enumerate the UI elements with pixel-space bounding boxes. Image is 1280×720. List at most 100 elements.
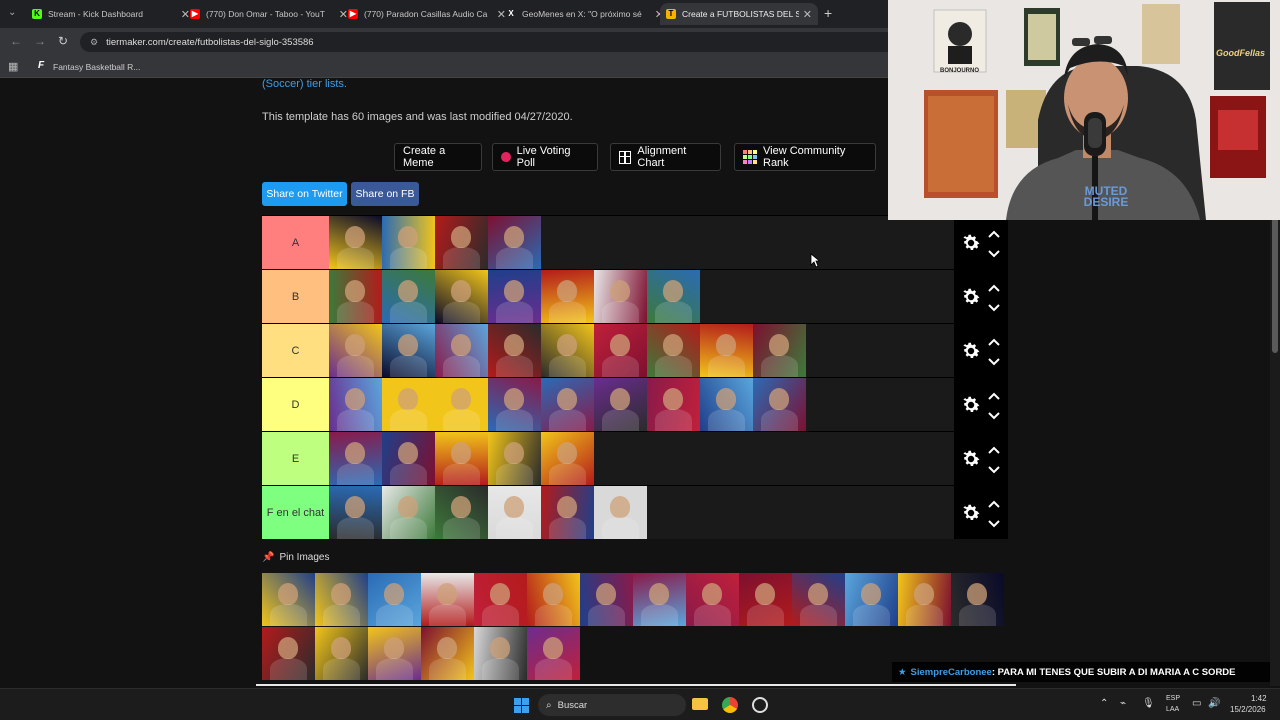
player-image[interactable]: [647, 378, 700, 431]
player-image[interactable]: [594, 324, 647, 377]
player-image[interactable]: [435, 216, 488, 269]
player-image[interactable]: [594, 270, 647, 323]
pool-player-image[interactable]: [527, 573, 580, 626]
player-image[interactable]: [329, 216, 382, 269]
gear-icon[interactable]: [960, 340, 982, 362]
community-rank-button[interactable]: View Community Rank: [734, 143, 876, 171]
pool-player-image[interactable]: [421, 573, 474, 626]
pool-player-image[interactable]: [421, 627, 474, 680]
tab-0[interactable]: K Stream - Kick Dashboard ✕: [26, 3, 196, 25]
player-image[interactable]: [329, 486, 382, 539]
chrome-icon[interactable]: [722, 697, 738, 713]
pool-player-image[interactable]: [686, 573, 739, 626]
lang-layout[interactable]: LAA: [1166, 706, 1179, 713]
pool-player-image[interactable]: [368, 627, 421, 680]
player-image[interactable]: [329, 432, 382, 485]
category-link[interactable]: (Soccer) tier lists.: [262, 78, 347, 90]
pool-player-image[interactable]: [898, 573, 951, 626]
gear-icon[interactable]: [960, 232, 982, 254]
move-up-icon[interactable]: [988, 334, 1000, 346]
player-image[interactable]: [594, 486, 647, 539]
player-image[interactable]: [329, 324, 382, 377]
player-image[interactable]: [541, 432, 594, 485]
move-up-icon[interactable]: [988, 388, 1000, 400]
tier-label[interactable]: F en el chat: [262, 486, 329, 539]
player-image[interactable]: [488, 270, 541, 323]
reload-icon[interactable]: ↻: [58, 34, 68, 48]
clock-date[interactable]: 15/2/2026: [1230, 705, 1266, 714]
move-down-icon[interactable]: [988, 462, 1000, 474]
move-down-icon[interactable]: [988, 408, 1000, 420]
back-icon[interactable]: ←: [10, 34, 22, 48]
microphone-icon[interactable]: 🎙: [1142, 698, 1155, 709]
player-image[interactable]: [700, 378, 753, 431]
tier-label[interactable]: E: [262, 432, 329, 485]
player-image[interactable]: [700, 324, 753, 377]
tab-2[interactable]: ▶ (770) Paradon Casillas Audio Ca ✕: [342, 3, 512, 25]
move-down-icon[interactable]: [988, 516, 1000, 528]
monitor-icon[interactable]: ▭: [1192, 698, 1201, 709]
apps-grid-icon[interactable]: ▦: [8, 60, 18, 73]
player-image[interactable]: [647, 324, 700, 377]
tray-chevron-icon[interactable]: ⌃: [1100, 698, 1108, 709]
player-image[interactable]: [488, 216, 541, 269]
player-image[interactable]: [382, 216, 435, 269]
tier-label[interactable]: C: [262, 324, 329, 377]
pool-player-image[interactable]: [315, 627, 368, 680]
move-up-icon[interactable]: [988, 496, 1000, 508]
share-facebook-button[interactable]: Share on FB: [351, 182, 419, 206]
move-down-icon[interactable]: [988, 354, 1000, 366]
player-image[interactable]: [329, 270, 382, 323]
tab-4-active[interactable]: T Create a FUTBOLISTAS DEL SIGL ✕: [660, 3, 818, 25]
site-info-icon[interactable]: ⚙: [90, 37, 98, 48]
close-tab-icon[interactable]: ✕: [803, 8, 812, 21]
player-image[interactable]: [329, 378, 382, 431]
pool-player-image[interactable]: [580, 573, 633, 626]
player-image[interactable]: [382, 378, 435, 431]
player-image[interactable]: [435, 486, 488, 539]
player-image[interactable]: [382, 486, 435, 539]
pool-player-image[interactable]: [951, 573, 1004, 626]
share-twitter-button[interactable]: Share on Twitter: [262, 182, 347, 206]
player-image[interactable]: [541, 486, 594, 539]
player-image[interactable]: [753, 324, 806, 377]
player-image[interactable]: [435, 378, 488, 431]
tier-label[interactable]: D: [262, 378, 329, 431]
player-image[interactable]: [488, 378, 541, 431]
player-image[interactable]: [594, 378, 647, 431]
new-tab-icon[interactable]: +: [824, 5, 832, 21]
scrollbar-thumb[interactable]: [1272, 218, 1278, 353]
tier-label[interactable]: A: [262, 216, 329, 269]
gear-icon[interactable]: [960, 448, 982, 470]
url-bar[interactable]: ⚙ tiermaker.com/create/futbolistas-del-s…: [80, 32, 900, 52]
forward-icon[interactable]: →: [34, 34, 46, 48]
tab-list-chevron-icon[interactable]: ⌄: [8, 7, 16, 18]
player-image[interactable]: [541, 270, 594, 323]
clock-time[interactable]: 1:42: [1251, 694, 1267, 703]
player-image[interactable]: [488, 432, 541, 485]
player-image[interactable]: [382, 432, 435, 485]
tier-label[interactable]: B: [262, 270, 329, 323]
pool-player-image[interactable]: [262, 573, 315, 626]
pool-player-image[interactable]: [739, 573, 792, 626]
player-image[interactable]: [435, 432, 488, 485]
recording-app-icon[interactable]: [752, 697, 768, 713]
tab-1[interactable]: ▶ (770) Don Omar - Taboo - YouT ✕: [184, 3, 354, 25]
player-image[interactable]: [541, 378, 594, 431]
pool-player-image[interactable]: [792, 573, 845, 626]
player-image[interactable]: [541, 324, 594, 377]
tab-3[interactable]: X GeoMenes en X: "O próximo sé ✕: [500, 3, 670, 25]
windows-start-icon[interactable]: [514, 698, 529, 713]
pool-player-image[interactable]: [315, 573, 368, 626]
move-down-icon[interactable]: [988, 300, 1000, 312]
network-icon[interactable]: ⌁: [1120, 698, 1126, 709]
player-image[interactable]: [753, 378, 806, 431]
player-image[interactable]: [488, 486, 541, 539]
move-up-icon[interactable]: [988, 442, 1000, 454]
pool-player-image[interactable]: [527, 627, 580, 680]
alignment-chart-button[interactable]: Alignment Chart: [610, 143, 721, 171]
create-meme-button[interactable]: Create a Meme: [394, 143, 482, 171]
gear-icon[interactable]: [960, 286, 982, 308]
lang-code[interactable]: ESP: [1166, 695, 1180, 702]
pool-player-image[interactable]: [845, 573, 898, 626]
